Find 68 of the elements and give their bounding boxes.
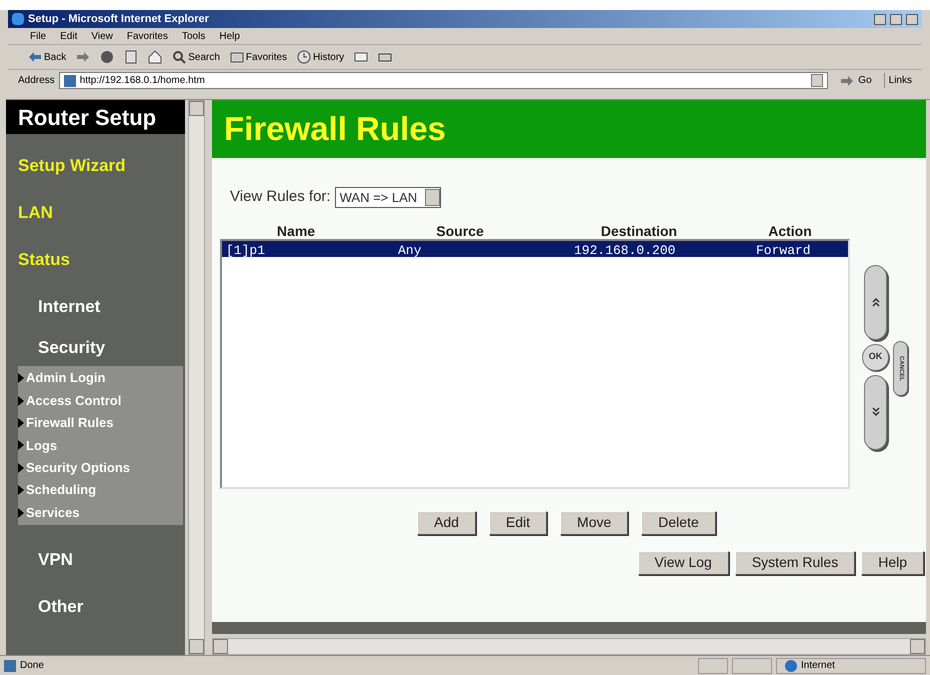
address-label: Address bbox=[18, 74, 55, 88]
footer-button[interactable]: System Rules bbox=[734, 550, 856, 574]
menu-item[interactable]: Edit bbox=[60, 28, 78, 44]
column-header: Destination bbox=[600, 222, 678, 240]
menu-item[interactable]: File bbox=[30, 28, 46, 44]
status-pane bbox=[698, 658, 728, 674]
triangle-icon bbox=[18, 462, 24, 473]
view-rules-select[interactable]: WAN => LAN bbox=[334, 186, 442, 208]
sidebar-item[interactable]: VPN bbox=[6, 536, 73, 584]
ok-button[interactable]: OK bbox=[862, 344, 889, 370]
sidebar-item[interactable]: Internet bbox=[6, 283, 100, 330]
back-arrow-icon bbox=[28, 50, 42, 64]
sidebar-item[interactable]: Setup Wizard bbox=[6, 142, 126, 189]
toolbar-button[interactable] bbox=[100, 50, 114, 64]
triangle-icon bbox=[18, 418, 24, 428]
toolbar-button[interactable] bbox=[148, 50, 162, 64]
footer-button[interactable]: View Log bbox=[638, 550, 729, 574]
column-header: Name bbox=[276, 222, 316, 240]
address-field[interactable]: http://192.168.0.1/home.htm bbox=[58, 72, 828, 89]
status-pane bbox=[732, 658, 772, 674]
column-header: Action bbox=[768, 222, 812, 240]
table-cell-text: [1]p1 bbox=[225, 242, 266, 260]
sidebar-item[interactable]: Security bbox=[6, 330, 106, 366]
home-icon bbox=[148, 50, 162, 64]
double-caret-down-icon bbox=[872, 407, 880, 417]
toolbar-button[interactable]: Back bbox=[28, 50, 66, 64]
forward-arrow-icon bbox=[840, 74, 854, 88]
footer-button[interactable]: Help bbox=[861, 550, 924, 574]
double-caret-up-icon bbox=[872, 297, 880, 307]
page-title: Firewall Rules bbox=[224, 109, 446, 150]
table-cell-text: 192.168.0.200 bbox=[573, 242, 676, 260]
view-rules-label: View Rules for: bbox=[230, 187, 331, 207]
toolbar-button[interactable] bbox=[76, 50, 90, 64]
triangle-icon bbox=[18, 396, 24, 406]
action-button[interactable]: Edit bbox=[488, 510, 548, 534]
scroll-down-button[interactable] bbox=[864, 374, 887, 450]
search-icon bbox=[172, 50, 186, 64]
zone-text: Internet bbox=[801, 659, 835, 673]
triangle-icon bbox=[18, 373, 24, 384]
toolbar-button[interactable]: Favorites bbox=[230, 50, 288, 64]
toolbar-button[interactable]: History bbox=[297, 50, 344, 64]
menu-item[interactable]: Help bbox=[219, 28, 240, 44]
action-button[interactable]: Move bbox=[560, 510, 628, 534]
go-button[interactable]: Go bbox=[832, 73, 880, 88]
sidebar-item[interactable]: LAN bbox=[6, 189, 53, 236]
menu-item[interactable]: View bbox=[91, 28, 113, 44]
menu-item[interactable]: Favorites bbox=[126, 28, 168, 44]
clock-icon bbox=[297, 50, 312, 64]
sidebar-item[interactable]: Other bbox=[6, 584, 84, 631]
toolbar-button[interactable]: Search bbox=[172, 50, 220, 64]
triangle-icon bbox=[18, 508, 24, 518]
action-button[interactable]: Add bbox=[417, 510, 476, 534]
table-cell-text: Any bbox=[397, 242, 422, 260]
stop-icon bbox=[100, 50, 114, 64]
links-button[interactable]: Links bbox=[884, 73, 912, 88]
sidebar-title: Router Setup bbox=[6, 100, 185, 134]
scroll-up-button[interactable] bbox=[864, 264, 887, 340]
table-cell-text: Forward bbox=[755, 242, 812, 260]
sidebar-item[interactable]: Status bbox=[6, 236, 70, 283]
status-text: Done bbox=[20, 659, 45, 673]
menu-item[interactable]: Tools bbox=[182, 28, 206, 44]
triangle-icon bbox=[18, 485, 24, 496]
action-button[interactable]: Delete bbox=[641, 510, 716, 534]
forward-arrow-icon bbox=[76, 50, 90, 64]
window-title: Setup - Microsoft Internet Explorer bbox=[28, 12, 209, 27]
column-header: Source bbox=[436, 222, 484, 240]
triangle-icon bbox=[18, 440, 24, 450]
rule-row[interactable]: [1]p1 Any 192.168.0.200 Forward bbox=[222, 240, 848, 256]
